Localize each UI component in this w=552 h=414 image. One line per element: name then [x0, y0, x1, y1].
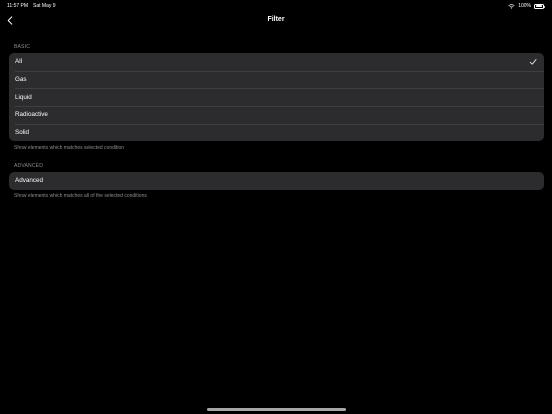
filter-screen: 11:57 PM Sat May 9 100% Filter BASIC All… [0, 0, 552, 414]
status-right: 100% [508, 3, 545, 9]
battery-fill [535, 5, 543, 7]
advanced-option-label: Advanced [15, 177, 44, 185]
filter-option-label: Radioactive [15, 111, 48, 119]
filter-option-label: Solid [15, 129, 30, 137]
advanced-options-group: Advanced [9, 172, 544, 190]
filter-option-label: Liquid [15, 93, 32, 101]
status-left: 11:57 PM Sat May 9 [7, 3, 56, 9]
basic-section-header: BASIC [14, 44, 31, 50]
battery-cap [544, 5, 545, 8]
status-time: 11:57 PM [7, 3, 29, 9]
navigation-bar: Filter [0, 11, 552, 29]
battery-percentage: 100% [518, 3, 531, 9]
advanced-section-footer: Show elements which matches all of the s… [14, 193, 147, 199]
filter-option-liquid[interactable]: Liquid [9, 88, 544, 106]
home-indicator[interactable] [207, 408, 346, 411]
filter-option-label: Gas [15, 76, 27, 84]
advanced-option[interactable]: Advanced [9, 172, 544, 190]
filter-option-radioactive[interactable]: Radioactive [9, 106, 544, 124]
page-title: Filter [267, 16, 285, 23]
checkmark-icon [529, 59, 537, 65]
status-date: Sat May 9 [33, 3, 56, 9]
filter-option-solid[interactable]: Solid [9, 123, 544, 142]
basic-options-group: All Gas Liquid Radioactive Solid [9, 53, 544, 142]
filter-option-gas[interactable]: Gas [9, 70, 544, 89]
filter-option-label: All [15, 58, 22, 66]
filter-option-all[interactable]: All [9, 53, 544, 71]
battery-icon [534, 3, 545, 9]
basic-section-footer: Show elements which matches selected con… [14, 145, 125, 151]
wifi-icon [508, 3, 515, 9]
status-bar: 11:57 PM Sat May 9 100% [0, 0, 552, 11]
advanced-section-header: ADVANCED [14, 163, 44, 169]
